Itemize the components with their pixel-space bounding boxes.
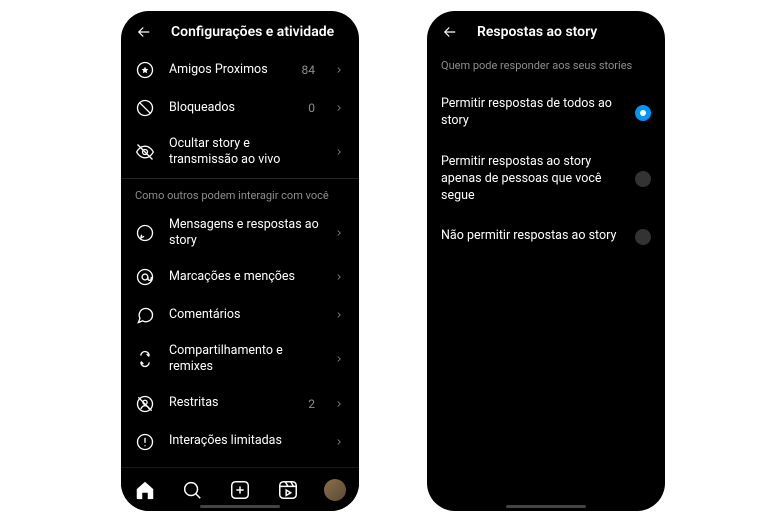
settings-row[interactable]: Comentários (121, 296, 359, 334)
settings-screen: Configurações e atividade Amigos Proximo… (121, 11, 359, 511)
chevron-right-icon (333, 102, 345, 114)
settings-row[interactable]: Restritas 2 (121, 385, 359, 423)
page-title: Respostas ao story (477, 24, 597, 40)
chevron-right-icon (333, 271, 345, 283)
comment-icon (135, 305, 155, 325)
chevron-right-icon (333, 227, 345, 239)
chevron-right-icon (333, 353, 345, 365)
settings-row[interactable]: Marcações e menções (121, 258, 359, 296)
nav-create[interactable] (227, 477, 253, 503)
header: Respostas ao story (427, 11, 665, 51)
back-button[interactable] (135, 23, 153, 41)
home-indicator (200, 505, 280, 508)
search-icon (181, 479, 203, 501)
option-label: Permitir respostas ao story apenas de pe… (441, 154, 621, 205)
page-title: Configurações e atividade (171, 24, 334, 40)
row-label: Comentários (169, 307, 319, 323)
row-label: Amigos Proximos (169, 62, 288, 78)
settings-row[interactable]: Ocultar story e transmissão ao vivo (121, 127, 359, 178)
row-label: Mensagens e respostas ao story (169, 217, 319, 250)
reels-icon (277, 479, 299, 501)
settings-row[interactable]: Interações limitadas (121, 423, 359, 461)
block-icon (135, 98, 155, 118)
star-circle-icon (135, 60, 155, 80)
row-count: 84 (302, 63, 316, 77)
home-indicator (506, 505, 586, 508)
row-count: 2 (308, 397, 315, 411)
radio-option[interactable]: Permitir respostas ao story apenas de pe… (427, 142, 665, 217)
row-label: Interações limitadas (169, 433, 319, 449)
chevron-right-icon (333, 309, 345, 321)
section-title: Como outros podem interagir com você (121, 178, 359, 208)
nav-search[interactable] (179, 477, 205, 503)
settings-row[interactable]: Mensagens e respostas ao story (121, 208, 359, 259)
option-label: Permitir respostas de todos ao story (441, 96, 621, 130)
chevron-right-icon (333, 398, 345, 410)
restrict-icon (135, 394, 155, 414)
home-icon (134, 479, 156, 501)
limited-icon (135, 432, 155, 452)
plus-square-icon (229, 479, 251, 501)
section-subtitle: Quem pode responder aos seus stories (427, 51, 665, 84)
share-icon (135, 349, 155, 369)
row-label: Bloqueados (169, 100, 294, 116)
settings-row[interactable]: Compartilhamento e remixes (121, 334, 359, 385)
arrow-left-icon (441, 23, 459, 41)
chevron-right-icon (333, 64, 345, 76)
story-replies-screen: Respostas ao story Quem pode responder a… (427, 11, 665, 511)
row-label: Compartilhamento e remixes (169, 343, 319, 376)
radio-button[interactable] (635, 105, 651, 121)
radio-button[interactable] (635, 171, 651, 187)
at-icon (135, 267, 155, 287)
settings-row[interactable]: AaPalavras ocultas (121, 461, 359, 462)
chevron-right-icon (333, 146, 345, 158)
nav-profile[interactable] (322, 477, 348, 503)
settings-row[interactable]: Bloqueados 0 (121, 89, 359, 127)
row-count: 0 (308, 101, 315, 115)
row-label: Restritas (169, 395, 294, 411)
radio-option[interactable]: Permitir respostas de todos ao story (427, 84, 665, 142)
settings-list: Amigos Proximos 84 Bloqueados 0 Ocultar stor… (121, 51, 359, 461)
message-icon (135, 223, 155, 243)
eye-off-icon (135, 142, 155, 162)
back-button[interactable] (441, 23, 459, 41)
nav-home[interactable] (132, 477, 158, 503)
nav-reels[interactable] (275, 477, 301, 503)
row-label: Marcações e menções (169, 269, 319, 285)
settings-row[interactable]: Amigos Proximos 84 (121, 51, 359, 89)
arrow-left-icon (135, 23, 153, 41)
options-list: Quem pode responder aos seus stories Per… (427, 51, 665, 505)
radio-button[interactable] (635, 229, 651, 245)
row-label: Ocultar story e transmissão ao vivo (169, 136, 319, 169)
header: Configurações e atividade (121, 11, 359, 51)
avatar-icon (324, 479, 346, 501)
chevron-right-icon (333, 436, 345, 448)
radio-option[interactable]: Não permitir respostas ao story (427, 216, 665, 257)
option-label: Não permitir respostas ao story (441, 228, 621, 245)
